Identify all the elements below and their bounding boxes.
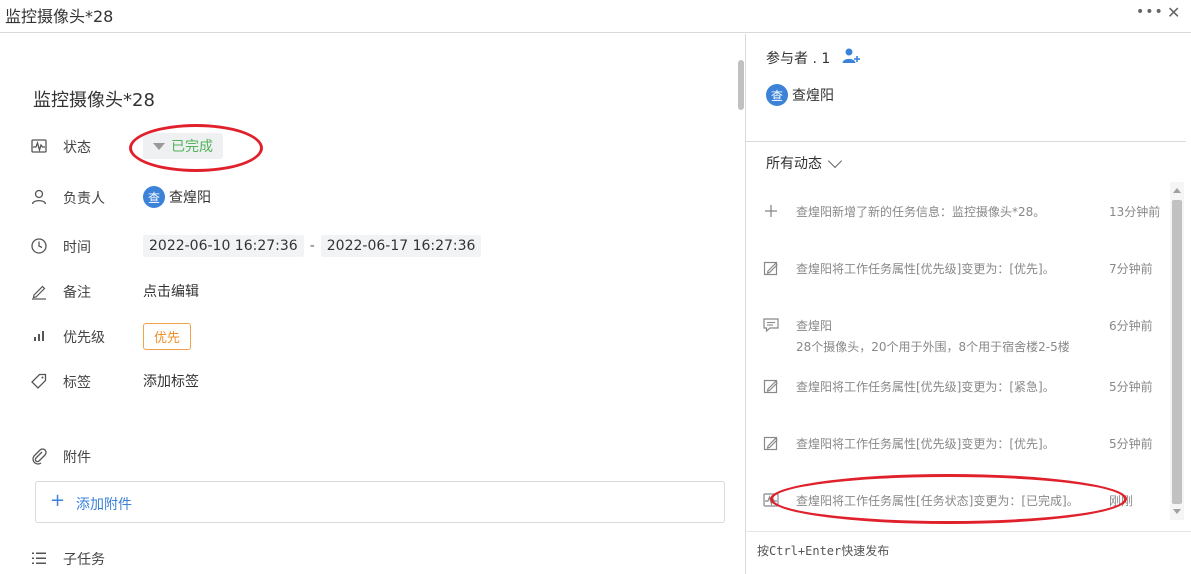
priority-bars-icon: [34, 331, 44, 341]
plus-icon: [765, 205, 777, 217]
tag-icon: [31, 373, 47, 389]
avatar: 查: [766, 84, 788, 106]
add-attachment-button[interactable]: + 添加附件: [35, 481, 725, 523]
edit-icon: [763, 379, 778, 394]
time-label: 时间: [63, 240, 91, 256]
status-row: 状态 已完成: [0, 132, 730, 160]
activity-panel: 参与者 . 1 查 查煌阳 所有动态 查煌阳新增了新的任务信息：监控摄像头*28…: [746, 34, 1191, 574]
add-attachment-label: 添加附件: [76, 497, 132, 513]
activity-text: 查煌阳新增了新的任务信息：监控摄像头*28。: [796, 205, 1046, 219]
activity-feed: 查煌阳新增了新的任务信息：监控摄像头*28。 13分钟前 查煌阳将工作任务属性[…: [746, 184, 1171, 524]
status-value: 已完成: [171, 139, 213, 155]
attachments-row: 附件: [0, 442, 730, 470]
activity-time: 刚刚: [1109, 494, 1134, 508]
attachments-label: 附件: [63, 450, 91, 466]
left-scrollbar[interactable]: [738, 60, 744, 110]
clock-icon: [31, 238, 47, 254]
activity-filter-dropdown[interactable]: 所有动态: [766, 153, 843, 173]
add-tag-link[interactable]: 添加标签: [143, 371, 199, 391]
compose-divider: [746, 531, 1191, 532]
subtasks-row: 子任务: [0, 544, 730, 572]
status-label: 状态: [63, 140, 91, 156]
user-icon: [31, 189, 47, 205]
comment-input[interactable]: 按Ctrl+Enter快速发布: [757, 542, 889, 559]
activity-text: 查煌阳: [796, 319, 833, 333]
activity-text: 查煌阳将工作任务属性[任务状态]变更为：[已完成]。: [796, 494, 1079, 508]
assignee-label: 负责人: [63, 191, 105, 207]
tags-label: 标签: [63, 375, 91, 391]
section-divider: [746, 141, 1186, 142]
status-dropdown[interactable]: 已完成: [143, 133, 223, 159]
activity-scrollbar-thumb[interactable]: [1172, 200, 1182, 504]
assignee-name: 查煌阳: [169, 190, 211, 206]
caret-down-icon: [153, 142, 165, 150]
activity-text: 查煌阳将工作任务属性[优先级]变更为：[优先]。: [796, 262, 1055, 276]
pencil-icon: [32, 285, 46, 300]
note-edit-link[interactable]: 点击编辑: [143, 281, 199, 301]
activity-time: 5分钟前: [1109, 380, 1153, 394]
comment-icon: [763, 318, 779, 333]
task-title[interactable]: 监控摄像头*28: [33, 86, 155, 112]
window-title: 监控摄像头*28: [5, 7, 114, 26]
assignee-value[interactable]: 查 查煌阳: [143, 183, 211, 211]
activity-time: 6分钟前: [1109, 319, 1153, 333]
scroll-up-icon[interactable]: [1173, 188, 1181, 193]
priority-badge[interactable]: 优先: [143, 322, 192, 350]
chevron-down-icon: [827, 153, 843, 168]
edit-icon: [763, 436, 778, 451]
window-titlebar: 监控摄像头*28 ••• ✕: [0, 0, 1191, 33]
activity-filter-label: 所有动态: [766, 156, 822, 172]
activity-comment: 28个摄像头，20个用于外围，8个用于宿舍楼2-5楼: [796, 340, 1070, 354]
activity-time: 13分钟前: [1109, 205, 1161, 219]
list-icon: [32, 552, 46, 564]
scroll-down-icon[interactable]: [1173, 509, 1181, 514]
participants-label: 参与者 . 1: [766, 51, 831, 67]
add-participant-icon[interactable]: [841, 46, 861, 66]
more-options-icon[interactable]: •••: [1136, 4, 1164, 20]
close-icon[interactable]: ✕: [1167, 3, 1180, 22]
activity-time: 5分钟前: [1109, 437, 1153, 451]
participant-name: 查煌阳: [792, 88, 834, 104]
avatar: 查: [143, 186, 165, 208]
date-separator: -: [309, 238, 315, 254]
subtasks-label: 子任务: [63, 552, 105, 568]
activity-text: 查煌阳将工作任务属性[优先级]变更为：[紧急]。: [796, 380, 1055, 394]
edit-icon: [763, 261, 778, 276]
pulse-icon: [31, 139, 47, 153]
priority-row: 优先级 优先: [0, 322, 730, 350]
start-date-field[interactable]: 2022-06-10 16:27:36: [143, 235, 304, 257]
note-label: 备注: [63, 285, 91, 301]
participant-item[interactable]: 查 查煌阳: [766, 84, 834, 106]
time-row: 时间 2022-06-10 16:27:36 - 2022-06-17 16:2…: [0, 232, 730, 260]
assignee-row: 负责人 查 查煌阳: [0, 183, 730, 211]
end-date-field[interactable]: 2022-06-17 16:27:36: [320, 235, 482, 257]
task-detail-panel: 监控摄像头*28 状态 已完成 负责人 查 查煌阳 时间 2022-06-10 …: [0, 34, 745, 574]
plus-icon: +: [50, 490, 66, 511]
tags-row: 标签 添加标签: [0, 367, 730, 395]
activity-text: 查煌阳将工作任务属性[优先级]变更为：[优先]。: [796, 437, 1055, 451]
priority-label: 优先级: [63, 330, 105, 346]
status-icon: [763, 493, 779, 507]
note-row: 备注 点击编辑: [0, 277, 730, 305]
paperclip-icon: [32, 448, 47, 465]
activity-time: 7分钟前: [1109, 262, 1153, 276]
